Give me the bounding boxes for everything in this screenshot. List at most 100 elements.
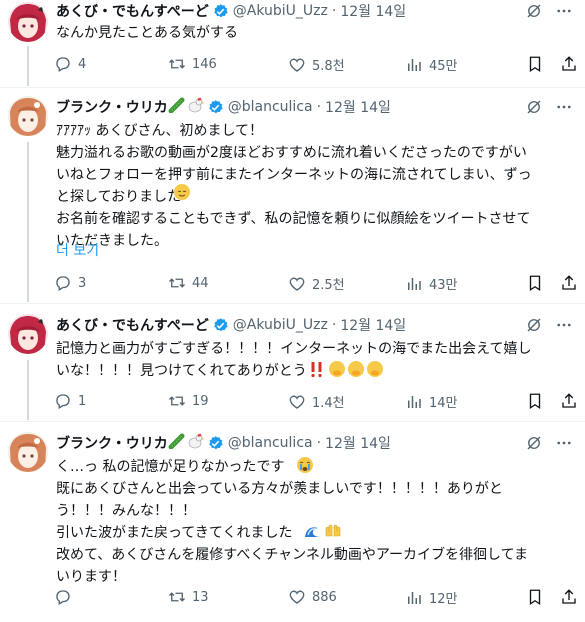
- tweet-header: あくび・でもんすぺーど @AkubiU_Uzz · 12월 14일: [56, 0, 406, 22]
- thread-line: [27, 46, 29, 86]
- rooster-emoji-icon: [186, 433, 204, 453]
- reply-icon: [54, 392, 72, 410]
- tweet-actions: 3 44 2.5천 43만: [48, 274, 578, 298]
- verified-icon: [212, 317, 229, 334]
- separator: ·: [331, 317, 337, 333]
- tweet-2[interactable]: ブランク・ウリカ @blanculica · 12월 14일 ｱｱｱｱｯ あくび…: [0, 96, 585, 304]
- views-icon: [405, 56, 423, 74]
- tweet-actions-right: [526, 588, 578, 606]
- bookmark-icon[interactable]: [526, 392, 544, 410]
- grok-icon[interactable]: [525, 2, 543, 20]
- author-handle[interactable]: @blanculica: [228, 435, 313, 451]
- share-icon[interactable]: [560, 588, 578, 606]
- author-name[interactable]: あくび・でもんすぺーど: [56, 1, 209, 21]
- more-icon[interactable]: [555, 2, 573, 20]
- grok-icon[interactable]: [525, 316, 543, 334]
- tweet-date[interactable]: 12월 14일: [325, 433, 391, 453]
- bookmark-icon[interactable]: [526, 588, 544, 606]
- grok-icon[interactable]: [525, 98, 543, 116]
- tweet-1[interactable]: あくび・でもんすぺーど @AkubiU_Uzz · 12월 14일 なんか見たこ…: [0, 0, 585, 88]
- avatar[interactable]: [8, 432, 48, 472]
- retweet-button[interactable]: 44: [168, 274, 209, 292]
- double-exclamation-emoji-icon: [309, 360, 325, 382]
- share-icon[interactable]: [560, 55, 578, 73]
- author-handle[interactable]: @AkubiU_Uzz: [233, 3, 328, 19]
- separator: ·: [316, 99, 322, 115]
- more-icon[interactable]: [555, 316, 573, 334]
- verified-icon: [207, 99, 224, 116]
- author-name[interactable]: ブランク・ウリカ: [56, 433, 168, 453]
- grok-icon[interactable]: [525, 434, 543, 452]
- views-icon: [405, 393, 423, 411]
- retweet-icon: [168, 392, 186, 410]
- reply-count: 3: [78, 275, 87, 291]
- author-handle[interactable]: @AkubiU_Uzz: [233, 317, 328, 333]
- tweet-header: ブランク・ウリカ @blanculica · 12월 14일: [56, 96, 391, 118]
- retweet-button[interactable]: 13: [168, 588, 209, 606]
- retweet-button[interactable]: 19: [168, 392, 209, 410]
- rooster-emoji-icon: [186, 97, 204, 117]
- like-icon: [288, 275, 306, 293]
- reply-icon: [54, 588, 72, 606]
- reply-button[interactable]: 3: [54, 274, 88, 292]
- share-icon[interactable]: [560, 392, 578, 410]
- retweet-icon: [168, 55, 186, 73]
- reply-count: 1: [78, 393, 87, 409]
- tweet-date[interactable]: 12월 14일: [340, 1, 406, 21]
- views-button[interactable]: 12만: [405, 588, 458, 607]
- like-button[interactable]: 886: [288, 588, 337, 606]
- retweet-count: 146: [192, 56, 217, 72]
- tweet-date[interactable]: 12월 14일: [325, 97, 391, 117]
- tweet-3[interactable]: あくび・でもんすぺーど @AkubiU_Uzz · 12월 14일 記憶力と画力…: [0, 314, 585, 422]
- author-handle[interactable]: @blanculica: [228, 99, 313, 115]
- tweet-text: ｱｱｱｱｯ あくびさん、初めまして！ 魅力溢れるお歌の動画が2度ほどおすすめに流…: [56, 123, 532, 249]
- tweet-actions: 4 146 5.8천 45만: [48, 55, 578, 79]
- avatar[interactable]: [8, 2, 48, 42]
- like-button[interactable]: 1.4천: [288, 392, 345, 411]
- retweet-count: 19: [192, 393, 209, 409]
- tweet-4[interactable]: ブランク・ウリカ @blanculica · 12월 14일 く…っ 私の記憶が…: [0, 432, 585, 622]
- tweet-date[interactable]: 12월 14일: [340, 315, 406, 335]
- view-count: 12만: [429, 592, 458, 607]
- like-count: 2.5천: [312, 278, 345, 293]
- reply-button[interactable]: 4: [54, 55, 88, 73]
- retweet-icon: [168, 274, 186, 292]
- like-count: 1.4천: [312, 396, 345, 411]
- bookmark-icon[interactable]: [526, 274, 544, 292]
- tweet-header-icons: [525, 316, 573, 334]
- views-icon: [405, 275, 423, 293]
- like-button[interactable]: 5.8천: [288, 55, 345, 74]
- separator: ·: [316, 435, 322, 451]
- author-name[interactable]: あくび・でもんすぺーど: [56, 315, 209, 335]
- like-count: 886: [312, 589, 337, 605]
- reply-icon: [54, 55, 72, 73]
- more-icon[interactable]: [555, 434, 573, 452]
- tweet-header-icons: [525, 434, 573, 452]
- verified-icon: [212, 3, 229, 20]
- tweet-header-icons: [525, 2, 573, 20]
- bookmark-icon[interactable]: [526, 55, 544, 73]
- view-count: 43만: [429, 278, 458, 293]
- tweet-actions-right: [526, 55, 578, 73]
- reply-button[interactable]: [54, 588, 88, 606]
- relieved-face-emoji-icon: [173, 183, 191, 205]
- like-button[interactable]: 2.5천: [288, 274, 345, 293]
- views-button[interactable]: 43만: [405, 274, 458, 293]
- avatar[interactable]: [8, 96, 48, 136]
- share-icon[interactable]: [560, 274, 578, 292]
- avatar[interactable]: [8, 314, 48, 354]
- tweet-actions: 1 19 1.4천 14만: [48, 392, 578, 416]
- view-count: 45만: [429, 59, 458, 74]
- more-icon[interactable]: [555, 98, 573, 116]
- author-name[interactable]: ブランク・ウリカ: [56, 97, 168, 117]
- show-more-link[interactable]: 더 보기: [56, 240, 99, 260]
- tweet-header: あくび・でもんすぺーど @AkubiU_Uzz · 12월 14일: [56, 314, 406, 336]
- like-icon: [288, 588, 306, 606]
- reply-button[interactable]: 1: [54, 392, 88, 410]
- open-hands-emoji-icon: [324, 522, 342, 544]
- tweet-header: ブランク・ウリカ @blanculica · 12월 14일: [56, 432, 391, 454]
- retweet-count: 44: [192, 275, 209, 291]
- views-button[interactable]: 14만: [405, 392, 458, 411]
- retweet-button[interactable]: 146: [168, 55, 217, 73]
- views-button[interactable]: 45만: [405, 55, 458, 74]
